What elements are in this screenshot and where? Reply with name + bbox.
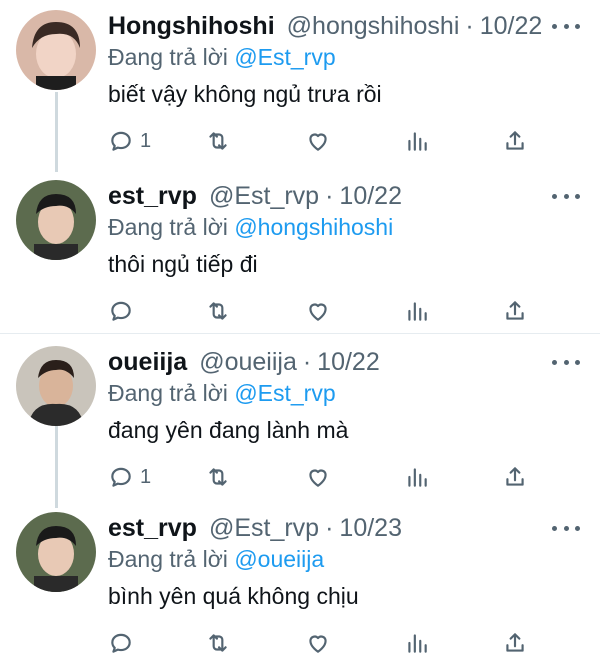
reply-prefix: Đang trả lời bbox=[108, 214, 228, 240]
like-icon bbox=[309, 469, 327, 487]
tweet-header: oueiija @oueiija · 10/22 bbox=[108, 346, 380, 378]
like-button[interactable] bbox=[305, 460, 331, 494]
tweet-date[interactable]: 10/22 bbox=[339, 180, 402, 212]
reply-prefix: Đang trả lời bbox=[108, 546, 228, 572]
retweet-icon bbox=[209, 302, 227, 320]
reply-to-line: Đang trả lời @Est_rvp bbox=[108, 378, 336, 408]
stats-button[interactable] bbox=[404, 626, 430, 660]
tweet-header: est_rvp @Est_rvp · 10/22 bbox=[108, 180, 402, 212]
reply-count: 1 bbox=[140, 129, 152, 152]
avatar[interactable] bbox=[16, 10, 96, 90]
share-button[interactable] bbox=[502, 294, 528, 328]
retweet-button[interactable] bbox=[205, 294, 231, 328]
reply-button[interactable]: 1 bbox=[108, 124, 151, 158]
more-icon[interactable] bbox=[552, 512, 580, 544]
tweet-date[interactable]: 10/23 bbox=[339, 512, 402, 544]
share-icon bbox=[506, 131, 524, 150]
avatar[interactable] bbox=[16, 180, 96, 260]
tweet[interactable]: oueiija @oueiija · 10/22 Đang trả lời @E… bbox=[0, 336, 600, 502]
tweet-text: bình yên quá không chịu bbox=[108, 583, 359, 609]
mention-link[interactable]: @Est_rvp bbox=[234, 380, 335, 406]
like-icon bbox=[309, 635, 327, 653]
share-icon bbox=[506, 633, 524, 652]
reply-button[interactable]: 1 bbox=[108, 460, 151, 494]
display-name[interactable]: est_rvp bbox=[108, 180, 197, 212]
share-button[interactable] bbox=[502, 460, 528, 494]
mention-link[interactable]: @oueiija bbox=[234, 546, 324, 572]
reply-to-line: Đang trả lời @oueiija bbox=[108, 544, 324, 574]
tweet-header: Hongshihoshi @hongshihoshi · 10/22 bbox=[108, 10, 542, 42]
username[interactable]: @oueiija bbox=[199, 346, 297, 378]
tweet[interactable]: est_rvp @Est_rvp · 10/23 Đang trả lời @o… bbox=[0, 502, 600, 668]
separator-dot: · bbox=[465, 12, 474, 40]
retweet-icon bbox=[209, 132, 227, 150]
more-icon[interactable] bbox=[552, 180, 580, 212]
tweet-text: đang yên đang lành mà bbox=[108, 417, 349, 443]
display-name[interactable]: est_rvp bbox=[108, 512, 197, 544]
reply-icon bbox=[111, 301, 131, 321]
retweet-icon bbox=[209, 634, 227, 652]
like-button[interactable] bbox=[305, 626, 331, 660]
reply-prefix: Đang trả lời bbox=[108, 380, 228, 406]
more-icon[interactable] bbox=[552, 10, 580, 42]
retweet-button[interactable] bbox=[205, 460, 231, 494]
more-icon[interactable] bbox=[552, 346, 580, 378]
stats-button[interactable] bbox=[404, 124, 430, 158]
like-button[interactable] bbox=[305, 124, 331, 158]
action-bar bbox=[108, 626, 568, 660]
separator-dot: · bbox=[325, 514, 334, 542]
reply-icon bbox=[111, 633, 131, 653]
tweet-text: thôi ngủ tiếp đi bbox=[108, 251, 258, 277]
tweet[interactable]: est_rvp @Est_rvp · 10/22 Đang trả lời @h… bbox=[0, 170, 600, 332]
share-button[interactable] bbox=[502, 626, 528, 660]
reply-to-line: Đang trả lời @hongshihoshi bbox=[108, 212, 393, 242]
action-bar: 1 bbox=[108, 460, 568, 494]
share-icon bbox=[506, 301, 524, 320]
tweet-text: biết vậy không ngủ trưa rồi bbox=[108, 81, 382, 107]
reply-button[interactable] bbox=[108, 626, 140, 660]
mention-link[interactable]: @Est_rvp bbox=[234, 44, 335, 70]
tweet-date[interactable]: 10/22 bbox=[480, 10, 543, 42]
stats-button[interactable] bbox=[404, 294, 430, 328]
action-bar: 1 bbox=[108, 124, 568, 158]
reply-count: 1 bbox=[140, 465, 152, 488]
display-name[interactable]: Hongshihoshi bbox=[108, 10, 275, 42]
tweet[interactable]: Hongshihoshi @hongshihoshi · 10/22 Đang … bbox=[0, 0, 600, 170]
stats-icon bbox=[408, 132, 427, 151]
reply-icon bbox=[111, 131, 131, 151]
reply-icon bbox=[111, 467, 131, 487]
separator-dot: · bbox=[325, 182, 334, 210]
like-icon bbox=[309, 133, 327, 151]
stats-icon bbox=[408, 468, 427, 487]
stats-icon bbox=[408, 302, 427, 321]
retweet-icon bbox=[209, 468, 227, 486]
separator-dot: · bbox=[302, 348, 312, 376]
share-button[interactable] bbox=[502, 124, 528, 158]
tweet-date[interactable]: 10/22 bbox=[317, 346, 380, 378]
username[interactable]: @Est_rvp bbox=[209, 512, 319, 544]
like-icon bbox=[309, 303, 327, 321]
reply-prefix: Đang trả lời bbox=[108, 44, 228, 70]
username[interactable]: @Est_rvp bbox=[209, 180, 319, 212]
display-name[interactable]: oueiija bbox=[108, 346, 187, 378]
username[interactable]: @hongshihoshi bbox=[287, 10, 460, 42]
avatar[interactable] bbox=[16, 512, 96, 592]
like-button[interactable] bbox=[305, 294, 331, 328]
avatar[interactable] bbox=[16, 346, 96, 426]
retweet-button[interactable] bbox=[205, 124, 231, 158]
thread-separator bbox=[0, 333, 600, 334]
action-bar bbox=[108, 294, 568, 328]
stats-icon bbox=[408, 634, 427, 653]
retweet-button[interactable] bbox=[205, 626, 231, 660]
reply-button[interactable] bbox=[108, 294, 140, 328]
reply-to-line: Đang trả lời @Est_rvp bbox=[108, 42, 336, 72]
tweet-header: est_rvp @Est_rvp · 10/23 bbox=[108, 512, 402, 544]
stats-button[interactable] bbox=[404, 460, 430, 494]
mention-link[interactable]: @hongshihoshi bbox=[234, 214, 393, 240]
share-icon bbox=[506, 467, 524, 486]
